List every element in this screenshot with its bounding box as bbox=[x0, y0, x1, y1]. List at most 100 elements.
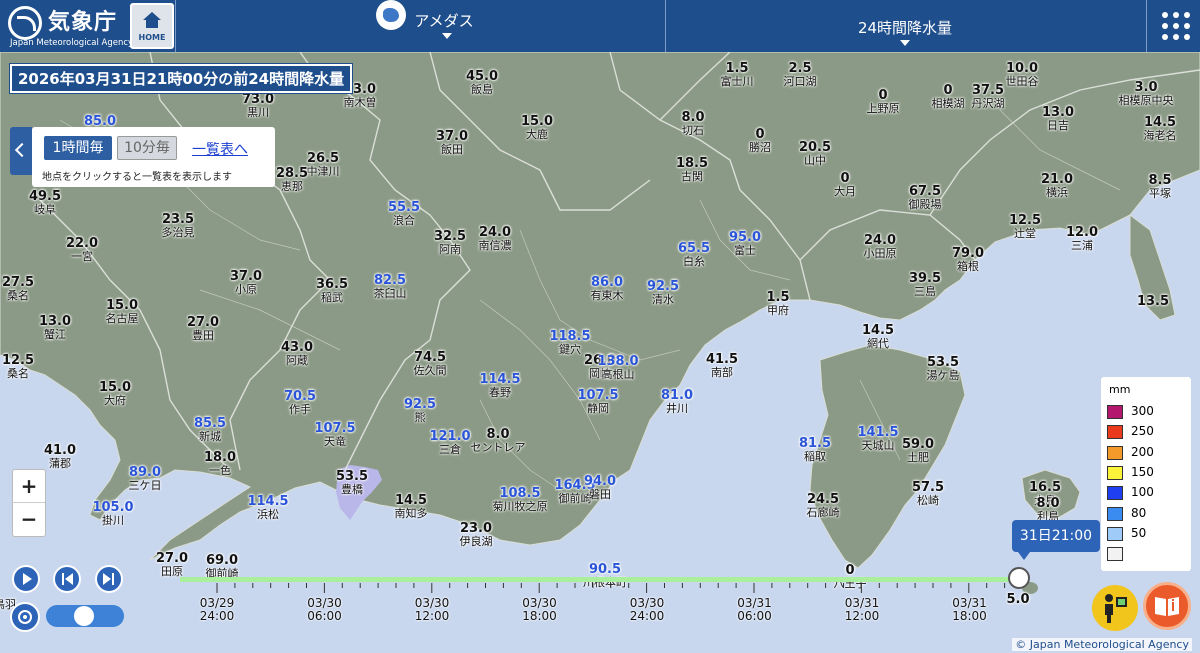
jma-logo[interactable]: 気象庁 Japan Meteorological Agency bbox=[8, 4, 133, 48]
station-marker[interactable]: 74.5 佐久間 bbox=[414, 351, 447, 376]
station-marker[interactable]: 59.0 土肥 bbox=[902, 438, 934, 463]
station-marker[interactable]: 0 上野原 bbox=[867, 89, 900, 114]
auto-update-toggle[interactable] bbox=[46, 605, 124, 627]
station-marker[interactable]: 81.0 井川 bbox=[661, 389, 693, 414]
station-marker[interactable]: 26.5 中津川 bbox=[307, 152, 340, 177]
station-marker[interactable]: 39.5 三島 bbox=[909, 272, 941, 297]
station-marker[interactable]: 12.0 三浦 bbox=[1066, 226, 1098, 251]
station-marker[interactable]: 37.0 飯田 bbox=[436, 130, 468, 155]
station-marker[interactable]: 0 大月 bbox=[834, 172, 856, 197]
station-marker[interactable]: 13.5 bbox=[1137, 295, 1169, 309]
station-marker[interactable]: 70.5 作手 bbox=[284, 390, 316, 415]
station-marker[interactable]: 13.0 蟹江 bbox=[39, 315, 71, 340]
station-marker[interactable]: 114.5 浜松 bbox=[247, 495, 288, 520]
timeline-knob[interactable] bbox=[1008, 567, 1030, 589]
station-marker[interactable]: 49.5 岐阜 bbox=[29, 190, 61, 215]
station-marker[interactable]: 18.5 古関 bbox=[676, 157, 708, 182]
station-marker[interactable]: 5.0 bbox=[1006, 593, 1029, 607]
panel-collapse-button[interactable] bbox=[10, 127, 32, 175]
station-marker[interactable]: 0 勝沼 bbox=[749, 128, 771, 153]
station-marker[interactable]: 108.5 菊川牧之原 bbox=[493, 487, 548, 512]
station-marker[interactable]: 15.0 大府 bbox=[99, 381, 131, 406]
station-marker[interactable]: 41.0 蒲郡 bbox=[44, 444, 76, 469]
station-marker[interactable]: 118.5 鍵穴 bbox=[549, 330, 590, 355]
station-marker[interactable]: 8.0 切石 bbox=[681, 111, 704, 136]
station-marker[interactable]: 23.0 伊良湖 bbox=[460, 522, 493, 547]
station-marker[interactable]: 92.5 熊 bbox=[404, 398, 436, 423]
station-marker[interactable]: 3.0 相模原中央 bbox=[1119, 81, 1174, 106]
station-marker[interactable]: 1.5 富士川 bbox=[721, 62, 754, 87]
help-button[interactable] bbox=[1092, 585, 1138, 631]
station-marker[interactable]: 89.0 三ケ日 bbox=[129, 466, 162, 491]
station-marker[interactable]: 107.5 天竜 bbox=[314, 422, 355, 447]
station-marker[interactable]: 92.5 清水 bbox=[647, 280, 679, 305]
step-forward-button[interactable] bbox=[95, 565, 123, 593]
station-marker[interactable]: 41.5 南部 bbox=[706, 353, 738, 378]
station-marker[interactable]: 53.5 豊橋 bbox=[336, 470, 368, 495]
station-marker[interactable]: 27.0 豊田 bbox=[187, 316, 219, 341]
element-menu[interactable]: 24時間降水量 bbox=[830, 17, 980, 57]
station-marker[interactable]: 86.0 有東木 bbox=[591, 276, 624, 301]
station-marker[interactable]: 57.5 松崎 bbox=[912, 481, 944, 506]
station-marker[interactable]: 15.0 名古屋 bbox=[106, 299, 139, 324]
station-marker[interactable]: 27.0 田原 bbox=[156, 552, 188, 577]
station-marker[interactable]: 13.0 日吉 bbox=[1042, 106, 1074, 131]
station-marker[interactable]: 105.0 掛川 bbox=[92, 501, 133, 526]
station-marker[interactable]: 8.0 セントレア bbox=[471, 428, 526, 453]
station-marker[interactable]: 24.0 南信濃 bbox=[479, 226, 512, 251]
zoom-in-button[interactable]: + bbox=[13, 470, 45, 502]
station-marker[interactable]: 79.0 箱根 bbox=[952, 247, 984, 272]
station-marker[interactable]: 141.5 天城山 bbox=[857, 426, 898, 451]
station-marker[interactable]: 53.5 湯ケ島 bbox=[927, 356, 960, 381]
station-marker[interactable]: 27.5 桑名 bbox=[2, 276, 34, 301]
station-marker[interactable]: 12.5 桑名 bbox=[2, 354, 34, 379]
list-link[interactable]: 一覧表へ bbox=[192, 139, 248, 159]
station-marker[interactable]: 24.0 小田原 bbox=[864, 234, 897, 259]
station-marker[interactable]: 94.0 磐田 bbox=[584, 475, 616, 500]
station-marker[interactable]: 18.0 一色 bbox=[204, 451, 236, 476]
station-marker[interactable]: 15.0 大鹿 bbox=[521, 115, 553, 140]
station-marker[interactable]: 22.0 一宮 bbox=[66, 237, 98, 262]
station-marker[interactable]: 67.5 御殿場 bbox=[909, 185, 942, 210]
station-marker[interactable]: 69.0 御前崎 bbox=[206, 554, 239, 579]
station-marker[interactable]: 23.5 多治見 bbox=[162, 213, 195, 238]
station-marker[interactable]: 95.0 富士 bbox=[729, 231, 761, 256]
station-marker[interactable]: 1.5 甲府 bbox=[766, 291, 789, 316]
station-marker[interactable]: 121.0 三倉 bbox=[429, 430, 470, 455]
manual-button[interactable] bbox=[1143, 582, 1191, 630]
station-marker[interactable]: 45.0 飯島 bbox=[466, 70, 498, 95]
station-marker[interactable]: 0 相模湖 bbox=[932, 84, 965, 109]
station-marker[interactable]: 14.5 海老名 bbox=[1144, 116, 1177, 141]
station-marker[interactable]: 55.5 浪合 bbox=[388, 201, 420, 226]
step-back-button[interactable] bbox=[53, 565, 81, 593]
timeline-track[interactable] bbox=[180, 577, 1022, 582]
home-button[interactable]: HOME bbox=[130, 3, 174, 49]
station-marker[interactable]: 37.5 丹沢湖 bbox=[972, 84, 1005, 109]
station-marker[interactable]: 73.0 黒川 bbox=[242, 93, 274, 118]
station-marker[interactable]: 36.5 稲武 bbox=[316, 278, 348, 303]
hourly-button[interactable]: 1時間毎 bbox=[44, 136, 112, 160]
zoom-out-button[interactable]: − bbox=[13, 502, 45, 535]
station-marker[interactable]: 8.5 平塚 bbox=[1148, 174, 1171, 199]
station-marker[interactable]: 10.0 世田谷 bbox=[1006, 62, 1039, 87]
amedas-menu[interactable]: アメダス bbox=[370, 0, 480, 50]
location-button[interactable] bbox=[10, 602, 40, 632]
station-marker[interactable]: 81.5 稲取 bbox=[799, 437, 831, 462]
station-marker[interactable]: 2.5 河口湖 bbox=[784, 62, 817, 87]
station-marker[interactable]: 43.0 阿蔵 bbox=[281, 341, 313, 366]
station-marker[interactable]: 8.0 利島 bbox=[1036, 497, 1059, 522]
station-marker[interactable]: 28.5 恵那 bbox=[276, 167, 308, 192]
grid-menu-icon[interactable] bbox=[1162, 12, 1190, 40]
station-marker[interactable]: 14.5 網代 bbox=[862, 324, 894, 349]
station-marker[interactable]: 107.5 静岡 bbox=[577, 389, 618, 414]
station-marker[interactable]: 20.5 山中 bbox=[799, 141, 831, 166]
station-marker[interactable]: 32.5 阿南 bbox=[434, 230, 466, 255]
station-marker[interactable]: 114.5 春野 bbox=[479, 373, 520, 398]
station-marker[interactable]: 138.0 高根山 bbox=[597, 355, 638, 380]
station-marker[interactable]: 12.5 辻堂 bbox=[1009, 214, 1041, 239]
station-marker[interactable]: 14.5 南知多 bbox=[395, 494, 428, 519]
station-marker[interactable]: 65.5 白糸 bbox=[678, 242, 710, 267]
ten-minute-button[interactable]: 10分毎 bbox=[117, 136, 177, 160]
station-marker[interactable]: 24.5 石廊崎 bbox=[807, 493, 840, 518]
station-marker[interactable]: 82.5 茶臼山 bbox=[374, 274, 407, 299]
